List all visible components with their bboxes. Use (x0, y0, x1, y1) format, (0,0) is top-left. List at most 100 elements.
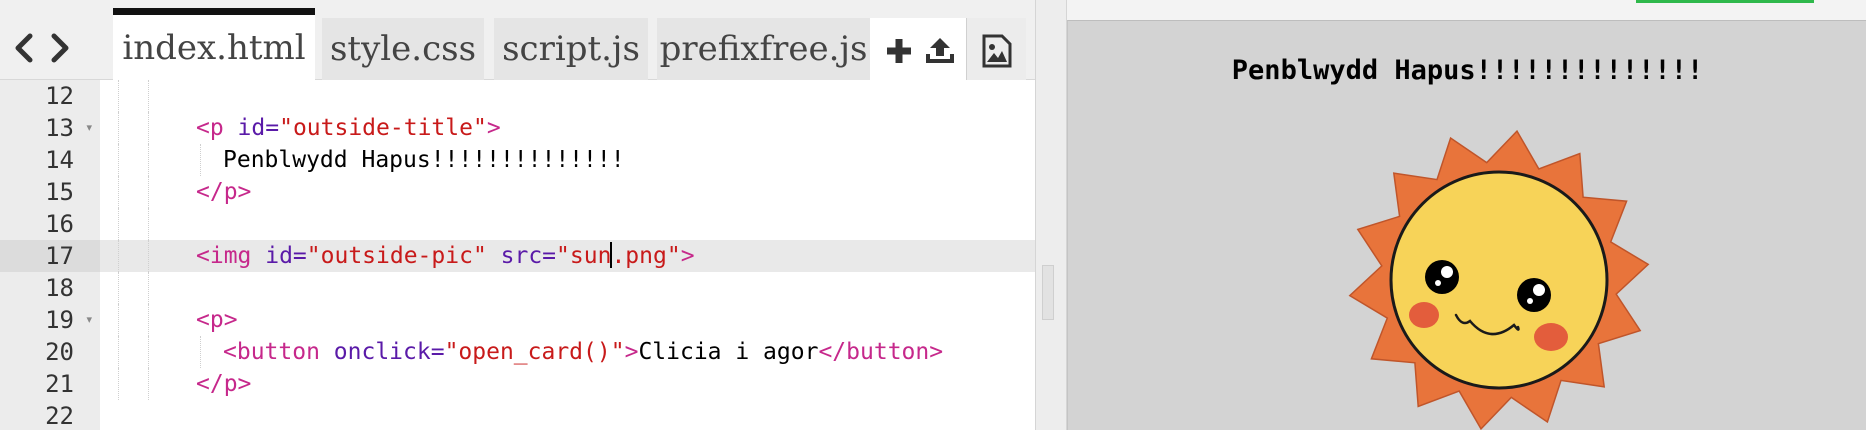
splitter-handle[interactable] (1042, 265, 1054, 320)
code-line[interactable]: 21 </p> (0, 368, 1035, 400)
tab-script-js[interactable]: script.js (494, 18, 648, 80)
code-line[interactable]: 16 (0, 208, 1035, 240)
indent-guide (148, 176, 149, 208)
indent-guide (118, 336, 119, 368)
line-number: 22 (45, 402, 74, 430)
tab-prefixfree-js[interactable]: prefixfree.js (657, 18, 870, 80)
line-number: 17 (45, 242, 74, 270)
html-tag: > (680, 243, 695, 269)
html-string: "sun (556, 243, 612, 269)
indent-guide (148, 272, 149, 304)
line-gutter: 13 ▾ (0, 112, 100, 144)
live-preview: Penblwydd Hapus!!!!!!!!!!!!!! (1067, 20, 1866, 430)
code-text: </p> (196, 176, 251, 208)
preview-title: Penblwydd Hapus!!!!!!!!!!!!!! (1231, 55, 1704, 86)
html-attribute: src= (486, 243, 557, 269)
line-gutter: 21 (0, 368, 100, 400)
left-cheek (1409, 302, 1439, 328)
html-string: "outside-pic" (306, 243, 487, 269)
indent-guide (148, 240, 149, 272)
image-assets-button[interactable] (966, 18, 1026, 80)
code-line[interactable]: 12 (0, 80, 1035, 112)
right-cheek (1534, 323, 1568, 351)
line-gutter: 14 (0, 144, 100, 176)
code-text: <button onclick="open_card()">Clicia i a… (223, 336, 943, 368)
indent-guide (118, 144, 119, 176)
html-tag: > (486, 115, 501, 141)
indent-guide (200, 336, 201, 368)
html-tag: <button (223, 339, 320, 365)
line-number: 20 (45, 338, 74, 366)
upload-icon[interactable] (920, 22, 960, 80)
line-gutter: 12 (0, 80, 100, 112)
html-string: "open_card()" (444, 339, 625, 365)
indent-guide (148, 368, 149, 400)
indent-guide (148, 80, 149, 112)
code-line[interactable]: 13 ▾ <p id="outside-title"> (0, 112, 1035, 144)
code-line[interactable]: 18 (0, 272, 1035, 304)
right-eye-highlight (1533, 284, 1545, 296)
indent-guide (148, 208, 149, 240)
code-line[interactable]: 19 ▾ <p> (0, 304, 1035, 336)
indent-guide (118, 368, 119, 400)
line-gutter: 17 (0, 240, 100, 272)
code-line[interactable]: 22 (0, 400, 1035, 430)
code-area[interactable]: 12 13 ▾ <p id="outside-title"> 14 Penblw… (0, 80, 1035, 430)
file-tab-bar: index.html style.css script.js prefixfre… (0, 0, 1035, 81)
html-tag: </p> (196, 371, 252, 397)
line-gutter: 20 (0, 336, 100, 368)
indent-guide (200, 144, 201, 176)
html-tag: </p> (196, 179, 252, 205)
image-icon (977, 22, 1017, 80)
html-string: .png" (611, 243, 681, 269)
left-eye-highlight (1441, 266, 1453, 278)
code-line-current[interactable]: 17 <img id="outside-pic" src="sun.png"> (0, 240, 1035, 272)
code-line[interactable]: 15 </p> (0, 176, 1035, 208)
indent-guide (118, 112, 119, 144)
sun-face (1389, 170, 1609, 390)
tab-index-html[interactable]: index.html (113, 8, 315, 81)
html-string: "outside-title" (279, 115, 487, 141)
html-tag: <p> (196, 307, 238, 333)
code-line[interactable]: 14 Penblwydd Hapus!!!!!!!!!!!!!! (0, 144, 1035, 176)
line-gutter: 18 (0, 272, 100, 304)
line-gutter: 22 (0, 400, 100, 430)
indent-guide (118, 272, 119, 304)
line-number: 18 (45, 274, 74, 302)
line-number: 14 (45, 146, 74, 174)
indent-guide (148, 336, 149, 368)
code-text: <img id="outside-pic" src="sun.png"> (196, 240, 695, 272)
pane-splitter[interactable] (1035, 0, 1067, 430)
tab-label: script.js (502, 29, 640, 69)
indent-guide (148, 112, 149, 144)
line-gutter: 16 (0, 208, 100, 240)
line-number: 16 (45, 210, 74, 238)
indent-guide (118, 208, 119, 240)
tab-style-css[interactable]: style.css (322, 18, 484, 80)
html-tag: > (624, 339, 639, 365)
code-line[interactable]: 20 <button onclick="open_card()">Clicia … (0, 336, 1035, 368)
code-text: Penblwydd Hapus!!!!!!!!!!!!!! (223, 147, 625, 173)
plus-icon[interactable] (882, 22, 916, 80)
line-number: 12 (45, 82, 74, 110)
status-accent-bar (1636, 0, 1814, 3)
line-gutter: 19 ▾ (0, 304, 100, 336)
html-tag: <img (196, 243, 252, 269)
fold-arrow-icon[interactable]: ▾ (86, 112, 92, 144)
indent-guide (118, 80, 119, 112)
right-eye-sparkle (1527, 298, 1533, 304)
right-eye (1517, 278, 1551, 312)
sun-image (1348, 129, 1650, 430)
chevron-right-icon[interactable] (46, 28, 74, 68)
line-number: 13 (45, 114, 74, 142)
code-text: <p id="outside-title"> (196, 112, 501, 144)
preview-toolbar (1067, 0, 1866, 20)
indent-guide (118, 304, 119, 336)
chevron-left-icon[interactable] (10, 28, 38, 68)
tab-label: prefixfree.js (659, 29, 868, 69)
indent-guide (118, 176, 119, 208)
indent-guide (118, 240, 119, 272)
fold-arrow-icon[interactable]: ▾ (86, 304, 92, 336)
tab-label: index.html (122, 28, 306, 68)
html-tag: </button> (818, 339, 944, 365)
